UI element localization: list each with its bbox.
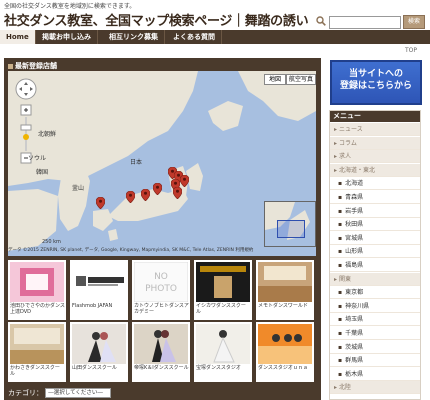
sidebar-prefecture-item[interactable]: 栃木県: [330, 367, 420, 381]
sidebar-prefecture-item[interactable]: 埼玉県: [330, 313, 420, 327]
sidebar-prefecture-item[interactable]: 群馬県: [330, 354, 420, 368]
category-row: カテゴリ： ―選択してください―: [8, 388, 112, 398]
map-scale: 250 km: [42, 239, 61, 245]
bullet-icon: [8, 63, 13, 69]
nav-faq[interactable]: よくある質問: [167, 30, 222, 44]
top-link[interactable]: TOP: [405, 47, 417, 54]
shop-card[interactable]: メモトダンスワールド: [256, 260, 314, 320]
shop-caption: 帝塚K＆Iダンススクール: [134, 365, 189, 371]
map-pin-icon[interactable]: [96, 197, 105, 209]
sidebar-category-item[interactable]: 求人: [330, 150, 420, 164]
map-copyright: データ ©2015 ZENRIN, SK planet, データ, Google…: [8, 248, 254, 253]
shop-card[interactable]: NO PHOTO カトウノブヒトダンスアカデミー: [132, 260, 190, 320]
register-banner[interactable]: 当サイトへの 登録はこちらから: [330, 60, 422, 105]
map-overview[interactable]: [264, 201, 316, 247]
sidebar-prefecture-item[interactable]: 北海道: [330, 177, 420, 191]
shop-thumb: [10, 262, 64, 302]
sidebar-category-item[interactable]: ニュース: [330, 123, 420, 136]
map-label-japan: 日本: [130, 159, 143, 166]
shop-caption: メモトダンスワールド: [258, 303, 308, 309]
map-pin-icon[interactable]: [141, 189, 150, 201]
shop-card[interactable]: イシカワダンススクー ル: [194, 260, 252, 320]
category-label: カテゴリ：: [8, 389, 43, 397]
shop-thumb: [196, 262, 250, 302]
shop-caption: かわさきダンススクー ル: [10, 365, 60, 377]
sidebar-prefecture-item[interactable]: 福島県: [330, 259, 420, 272]
shop-caption: ダンススタジオｕｎａ: [258, 365, 308, 371]
shop-thumb: NO PHOTO: [134, 262, 188, 302]
shop-card[interactable]: かわさきダンススクー ル: [8, 322, 66, 382]
sidebar-prefecture-item[interactable]: 秋田県: [330, 218, 420, 232]
svg-text:NO: NO: [154, 272, 168, 282]
shop-caption: Flashmob JAFAN: [72, 303, 113, 309]
map-type-satellite[interactable]: 航空写真: [286, 74, 316, 85]
nav-links[interactable]: 相互リンク募集: [103, 30, 165, 44]
shop-caption: 宝塚ダンススタジオ: [196, 365, 241, 371]
shop-thumb: [72, 324, 126, 364]
shop-thumb: [10, 324, 64, 364]
sidebar-prefecture-item[interactable]: 山形県: [330, 245, 420, 259]
map-type-map[interactable]: 地図: [264, 74, 286, 85]
shop-card[interactable]: ダンススタジオｕｎａ: [256, 322, 314, 382]
map-label-korea: 韓国: [36, 169, 49, 176]
shop-thumb: [258, 324, 312, 364]
shop-thumb: [72, 262, 126, 302]
map-pin-icon[interactable]: [180, 175, 189, 187]
site-title[interactable]: 社交ダンス教室、全国マップ検索ページ｜舞踏の誘い: [4, 10, 309, 29]
shop-thumb: [134, 324, 188, 364]
sidebar-category-item[interactable]: 北海道・東北: [330, 163, 420, 177]
sidebar-prefecture-item[interactable]: 神奈川県: [330, 299, 420, 313]
svg-text:PHOTO: PHOTO: [145, 284, 177, 294]
search-icon: [316, 16, 326, 26]
latest-shops-header: 最新登録店舗: [8, 61, 57, 71]
search-input[interactable]: [329, 16, 401, 29]
map-pin-icon[interactable]: [126, 191, 135, 203]
shop-caption: イシカワダンススクー ル: [196, 303, 246, 315]
map-label-busan: 釜山: [72, 185, 85, 192]
nav-apply[interactable]: 掲載お申し込み: [36, 30, 98, 44]
category-select[interactable]: ―選択してください―: [45, 388, 112, 398]
shop-caption: 山田ダンススクール: [72, 365, 117, 371]
sidebar-category-item[interactable]: 関東: [330, 272, 420, 286]
sidebar-prefecture-item[interactable]: 青森県: [330, 191, 420, 204]
map-pin-icon[interactable]: [153, 183, 162, 195]
latest-shops-title: 最新登録店舗: [15, 62, 57, 70]
map-label-north-korea: 北朝鮮: [38, 131, 57, 138]
search-area: 検索: [315, 14, 425, 30]
shop-card[interactable]: 帝塚K＆Iダンススクール: [132, 322, 190, 382]
sidebar-menu: メニュー ニュースコラム求人北海道・東北北海道青森県岩手県秋田県宮城県山形県福島…: [329, 110, 421, 400]
site-tagline: 全国の社交ダンス教室を地域別に検索できます。: [4, 3, 136, 10]
register-banner-line1: 当サイトへの: [348, 69, 403, 79]
sidebar-prefecture-item[interactable]: 東京都: [330, 286, 420, 300]
sidebar-header: メニュー: [330, 111, 420, 122]
sidebar-prefecture-item[interactable]: 千葉県: [330, 327, 420, 340]
sidebar-category-item[interactable]: 北陸: [330, 381, 420, 395]
map-label-seoul: ソウル: [28, 155, 47, 162]
map[interactable]: 地図 航空写真 北朝鮮 韓国 日本 ソウル 釜山 250 km データ ©201…: [8, 71, 316, 256]
main-nav: Home 掲載お申し込み 相互リンク募集 よくある質問: [0, 30, 430, 44]
sidebar-prefecture-item[interactable]: 岩手県: [330, 204, 420, 218]
shop-caption: 池田ひでさやのかダンス上達DVD: [10, 303, 65, 315]
shop-thumb: [258, 262, 312, 302]
sidebar-prefecture-item[interactable]: 宮城県: [330, 231, 420, 245]
shop-card[interactable]: 宝塚ダンススタジオ: [194, 322, 252, 382]
map-pin-icon[interactable]: [173, 187, 182, 199]
shop-thumb: [196, 324, 250, 364]
sidebar-category-item[interactable]: コラム: [330, 136, 420, 150]
overview-viewport[interactable]: [277, 220, 305, 238]
sidebar-prefecture-item[interactable]: 茨城県: [330, 340, 420, 354]
register-banner-line2: 登録はこちらから: [339, 81, 412, 91]
shop-caption: カトウノブヒトダンスアカデミー: [134, 303, 189, 315]
search-button[interactable]: 検索: [403, 15, 425, 29]
nav-home[interactable]: Home: [0, 30, 36, 44]
shop-card[interactable]: 山田ダンススクール: [70, 322, 128, 382]
shop-card[interactable]: Flashmob JAFAN: [70, 260, 128, 320]
shop-card[interactable]: 池田ひでさやのかダンス上達DVD: [8, 260, 66, 320]
